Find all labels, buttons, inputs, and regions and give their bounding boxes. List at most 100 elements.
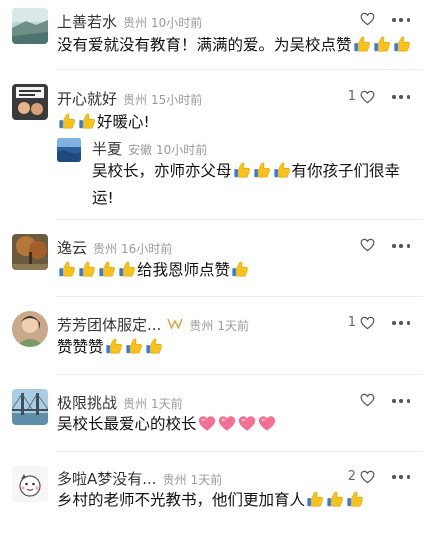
comment-text: 好暖心! [57,110,150,134]
comment-text: 吴校长最爱心的校长 [57,412,277,436]
comment-meta: 极限挑战 贵州 1天前 [57,392,183,413]
comment-item: 开心就好 贵州 15小时前 1 好暖心! 半夏 安徽 10小时前 吴校长，亦师亦… [0,70,423,220]
vip-badge-icon [167,317,183,330]
more-options-icon[interactable] [392,320,410,326]
thumbs-up-icon [58,112,76,130]
location: 贵州 [123,16,148,30]
username[interactable]: 上善若水 [57,11,117,32]
pink-heart-icon [218,415,236,432]
reply-timestamp: 10小时前 [156,143,208,157]
cartoon-avatar[interactable] [12,466,48,502]
thumbs-up-icon [306,490,324,508]
more-options-icon[interactable] [392,398,410,404]
thumbs-up-icon [326,490,344,508]
comment-text: 给我恩师点赞 [57,258,250,282]
username[interactable]: 开心就好 [57,88,117,109]
comment-item: 芳芳团体服定... 贵州 1天前 1 赞赞赞 [0,297,423,375]
comment-text-body: 好暖心! [97,113,150,131]
like-button[interactable]: 2 [348,469,375,484]
thumbs-up-icon [145,337,163,355]
autumn-tree-avatar[interactable] [12,234,48,270]
heart-outline-icon [360,12,375,26]
comment-item: 逸云 贵州 16小时前 给我恩师点赞 [0,220,423,297]
thumbs-up-icon [118,260,136,278]
thumbs-up-icon [273,161,291,179]
reply-text-part: 运! [92,189,114,207]
comment-text: 乡村的老师不光教书，他们更加育人 [57,488,365,512]
thumbs-up-icon [78,112,96,130]
location: 贵州 [93,242,118,256]
thumbs-up-icon [58,260,76,278]
heart-outline-icon [360,393,375,407]
thumbs-up-icon [346,490,364,508]
ocean-avatar[interactable] [57,138,81,162]
comment-item: 极限挑战 贵州 1天前 吴校长最爱心的校长 [0,375,423,452]
pink-heart-icon [198,415,216,432]
username[interactable]: 多啦A梦没有... [57,468,157,489]
location: 贵州 [123,397,148,411]
comment-item: 多啦A梦没有... 贵州 1天前 2 乡村的老师不光教书，他们更加育人 [0,452,423,533]
more-options-icon[interactable] [392,243,410,249]
username[interactable]: 极限挑战 [57,392,117,413]
reply-text-part: 吴校长，亦师亦父母 [92,162,232,180]
timestamp: 1天前 [151,397,183,411]
thumbs-up-icon [373,35,391,53]
timestamp: 10小时前 [151,16,203,30]
comment-meta: 芳芳团体服定... 贵州 1天前 [57,314,249,335]
comment-meta: 多啦A梦没有... 贵州 1天前 [57,468,222,489]
location: 贵州 [162,473,187,487]
pink-heart-icon [238,415,256,432]
more-options-icon[interactable] [392,474,410,480]
timestamp: 1天前 [190,473,223,487]
reply-text-line: 运! [92,186,412,210]
bridge-avatar[interactable] [12,389,48,425]
pink-heart-icon [258,415,276,432]
reply-meta: 半夏 安徽 10小时前 [92,138,207,159]
heart-outline-icon [360,470,375,484]
thumbs-up-icon [98,260,116,278]
like-button[interactable] [348,12,375,26]
reply-location: 安徽 [128,143,153,157]
thumbs-up-icon [233,161,251,179]
thumbs-up-icon [253,161,271,179]
comment-text: 没有爱就没有教育！满满的爱。为吴校点赞 [57,33,412,57]
timestamp: 15小时前 [151,93,203,107]
thumbs-up-icon [125,337,143,355]
heart-outline-icon [360,90,375,104]
comment-text: 赞赞赞 [57,335,164,359]
reply-text-line: 吴校长，亦师亦父母 有你孩子们很幸 [92,159,412,183]
comment-text-body: 吴校长最爱心的校长 [57,415,197,433]
like-button[interactable]: 1 [348,89,375,104]
more-options-icon[interactable] [392,17,410,23]
heart-outline-icon [360,238,375,252]
comment-text-body: 给我恩师点赞 [137,261,231,279]
reply-text: 吴校长，亦师亦父母 有你孩子们很幸 运! [92,159,412,210]
please-sign-avatar[interactable] [12,84,48,120]
lake-landscape-avatar[interactable] [12,8,48,44]
comment-text-body: 乡村的老师不光教书，他们更加育人 [57,491,306,509]
comment-meta: 上善若水 贵州 10小时前 [57,11,202,32]
like-button[interactable] [348,238,375,252]
heart-outline-icon [360,316,375,330]
timestamp: 1天前 [217,319,249,333]
thumbs-up-icon [393,35,411,53]
timestamp: 16小时前 [121,242,173,256]
comment-item: 上善若水 贵州 10小时前 没有爱就没有教育！满满的爱。为吴校点赞 [0,0,423,70]
location: 贵州 [123,93,148,107]
reply-username[interactable]: 半夏 [92,138,122,159]
comment-meta: 逸云 贵州 16小时前 [57,237,172,258]
like-count: 1 [347,315,356,330]
like-button[interactable] [348,393,375,407]
portrait-avatar[interactable] [12,311,48,347]
like-count: 1 [347,89,356,104]
reply-text-part: 有你孩子们很幸 [291,162,401,180]
like-button[interactable]: 1 [348,315,375,330]
comment-text-body: 没有爱就没有教育！满满的爱。为吴校点赞 [57,36,352,54]
username[interactable]: 芳芳团体服定... [57,314,161,335]
comment-text-body: 赞赞赞 [57,338,104,356]
comment-meta: 开心就好 贵州 15小时前 [57,88,202,109]
username[interactable]: 逸云 [57,237,87,258]
thumbs-up-icon [78,260,96,278]
more-options-icon[interactable] [392,94,410,100]
thumbs-up-icon [231,260,249,278]
